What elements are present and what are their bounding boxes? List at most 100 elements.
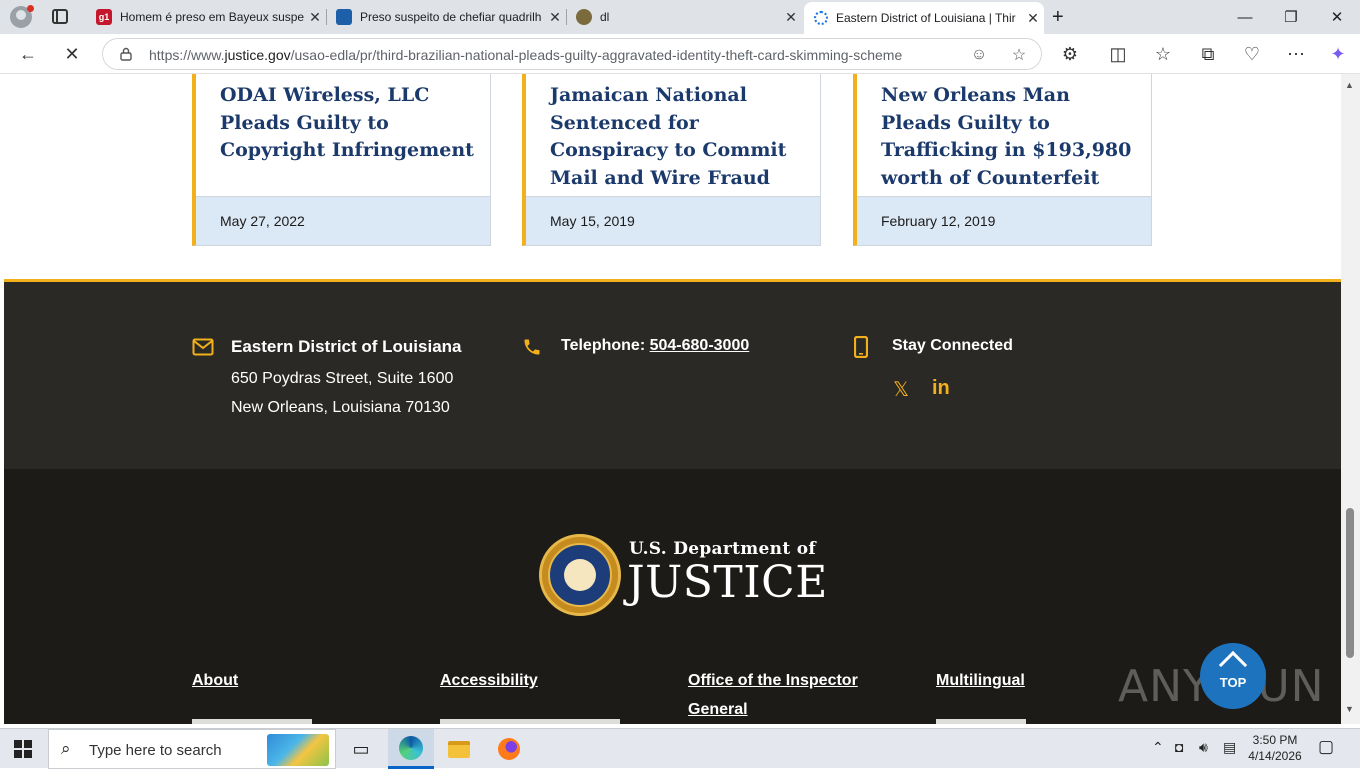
tab-title: dl: [600, 10, 610, 24]
restore-icon: ❐: [1284, 9, 1298, 26]
browser-tab-3[interactable]: dl ✕: [566, 2, 802, 32]
clock-time: 3:50 PM: [1252, 733, 1298, 747]
card-date: May 15, 2019: [526, 196, 820, 245]
split-screen-icon[interactable]: ◫: [1106, 42, 1130, 66]
stay-connected-heading: Stay Connected: [892, 337, 1013, 354]
footer-link-accessibility[interactable]: Accessibility: [440, 666, 538, 695]
restore-button[interactable]: ❐: [1268, 0, 1314, 34]
x-icon[interactable]: 𝕏: [893, 377, 909, 402]
reader-mode-icon[interactable]: ☺: [969, 45, 989, 65]
minimize-button[interactable]: —: [1222, 0, 1268, 34]
search-placeholder: Type here to search: [89, 742, 222, 759]
telephone-link[interactable]: 504-680-3000: [650, 337, 750, 354]
site-info-icon[interactable]: [119, 47, 133, 61]
tab-title: Eastern District of Louisiana | Thir: [836, 11, 1016, 25]
url-domain: justice.gov: [224, 47, 291, 63]
collections-icon[interactable]: ⧉: [1196, 42, 1220, 66]
tab-title: Homem é preso em Bayeux suspe: [120, 10, 304, 24]
mail-icon: [192, 338, 214, 356]
close-tab-icon[interactable]: ✕: [544, 9, 566, 26]
file-explorer-icon[interactable]: [436, 729, 482, 769]
close-tab-icon[interactable]: ✕: [1022, 10, 1044, 27]
doj-seal-logo[interactable]: [539, 534, 621, 616]
card-date: May 27, 2022: [196, 196, 490, 245]
close-tab-icon[interactable]: ✕: [304, 9, 326, 26]
card-date: February 12, 2019: [857, 196, 1151, 245]
seal-inner: [548, 543, 612, 607]
page-viewport: ODAI Wireless, LLC Pleads Guilty to Copy…: [4, 74, 1341, 724]
mobile-phone-icon: [854, 336, 868, 358]
tab-actions-icon[interactable]: [52, 9, 68, 24]
contact-section: Eastern District of Louisiana 650 Poydra…: [4, 279, 1341, 469]
navigation-bar: ← ✕ https://www.justice.gov/usao-edla/pr…: [0, 34, 1360, 74]
card-title-link[interactable]: ODAI Wireless, LLC Pleads Guilty to Copy…: [220, 82, 482, 165]
eagle-emblem-icon: [564, 559, 596, 591]
page-scrollbar[interactable]: ▲ ▼: [1341, 74, 1360, 724]
favorites-icon[interactable]: ☆: [1151, 42, 1175, 66]
folder-icon: [448, 740, 470, 758]
back-to-top-button[interactable]: TOP: [1200, 643, 1266, 709]
address-line-1: 650 Poydras Street, Suite 1600: [231, 370, 454, 387]
url-text[interactable]: https://www.justice.gov/usao-edla/pr/thi…: [149, 47, 902, 63]
extensions-icon[interactable]: ⚙: [1058, 42, 1082, 66]
telephone-label: Telephone:: [561, 337, 646, 354]
network-icon[interactable]: ▤: [1223, 739, 1236, 756]
footer-link-partial[interactable]: [440, 719, 620, 724]
meet-now-icon[interactable]: ◘: [1175, 739, 1183, 755]
close-tab-icon[interactable]: ✕: [780, 9, 802, 26]
address-bar[interactable]: https://www.justice.gov/usao-edla/pr/thi…: [102, 38, 1042, 70]
footer-link-multilingual[interactable]: Multilingual: [936, 666, 1025, 695]
tab-title: Preso suspeito de chefiar quadrilh: [360, 10, 542, 24]
related-news-card[interactable]: New Orleans Man Pleads Guilty to Traffic…: [853, 74, 1152, 246]
notifications-icon[interactable]: ▢: [1318, 737, 1334, 757]
clock-date: 4/14/2026: [1248, 749, 1302, 763]
windows-taskbar: ⌕ Type here to search ▭ ⌃ ◘ 🔊︎ ▤ 3:50 PM…: [0, 728, 1360, 769]
office-name: Eastern District of Louisiana: [231, 337, 462, 356]
new-tab-button[interactable]: +: [1052, 2, 1082, 32]
taskbar-search-box[interactable]: ⌕ Type here to search: [48, 729, 336, 769]
firefox-icon[interactable]: [486, 729, 532, 769]
browser-tab-2[interactable]: Preso suspeito de chefiar quadrilh ✕: [326, 2, 567, 32]
browser-tab-1[interactable]: g1 Homem é preso em Bayeux suspe ✕: [86, 2, 327, 32]
web-favicon-icon: [576, 9, 592, 25]
stop-loading-button[interactable]: ✕: [60, 42, 84, 66]
task-view-icon[interactable]: ▭: [338, 729, 384, 769]
card-title-link[interactable]: Jamaican National Sentenced for Conspira…: [550, 82, 812, 192]
close-window-button[interactable]: ✕: [1314, 0, 1360, 34]
system-clock[interactable]: 3:50 PM 4/14/2026: [1248, 732, 1302, 764]
stop-icon: ✕: [64, 43, 80, 64]
loading-spinner-icon: [814, 11, 828, 25]
news-favicon-icon: [336, 9, 352, 25]
g1-favicon-icon: g1: [96, 9, 112, 25]
edge-logo: [399, 735, 423, 760]
settings-more-icon[interactable]: ⋯: [1284, 42, 1308, 66]
footer-link-inspector-general[interactable]: Office of the Inspector General: [688, 666, 888, 724]
favorite-star-icon[interactable]: ☆: [1009, 45, 1029, 65]
windows-start-icon[interactable]: [14, 740, 32, 758]
footer-link-partial[interactable]: [936, 719, 1026, 724]
edge-browser-icon[interactable]: [388, 729, 434, 769]
scrollbar-thumb[interactable]: [1346, 508, 1354, 658]
browser-tab-strip: g1 Homem é preso em Bayeux suspe ✕ Preso…: [0, 0, 1360, 34]
scroll-up-arrow-icon[interactable]: ▲: [1345, 80, 1354, 90]
related-news-card[interactable]: ODAI Wireless, LLC Pleads Guilty to Copy…: [192, 74, 491, 246]
copilot-icon[interactable]: ✦: [1326, 42, 1350, 66]
firefox-logo: [498, 738, 520, 760]
url-prefix: https://www.: [149, 47, 225, 63]
minimize-icon: —: [1237, 8, 1253, 26]
show-hidden-icons-chevron-icon[interactable]: ⌃: [1152, 739, 1164, 756]
url-path: /usao-edla/pr/third-brazilian-national-p…: [290, 47, 903, 63]
volume-icon[interactable]: 🔊︎: [1199, 739, 1208, 756]
logo-top-text: U.S. Department of: [629, 539, 816, 559]
browser-essentials-icon[interactable]: ♡: [1240, 42, 1264, 66]
back-button[interactable]: ←: [16, 42, 40, 66]
scroll-down-arrow-icon[interactable]: ▼: [1345, 704, 1354, 714]
search-highlight-image: [267, 734, 329, 766]
related-news-card[interactable]: Jamaican National Sentenced for Conspira…: [522, 74, 821, 246]
browser-tab-4-active[interactable]: Eastern District of Louisiana | Thir ✕: [804, 2, 1044, 34]
linkedin-icon[interactable]: in: [932, 377, 950, 400]
back-arrow-icon: ←: [19, 43, 37, 64]
footer-link-partial[interactable]: [192, 719, 312, 724]
footer-link-about[interactable]: About: [192, 666, 238, 695]
search-icon: ⌕: [61, 739, 71, 758]
